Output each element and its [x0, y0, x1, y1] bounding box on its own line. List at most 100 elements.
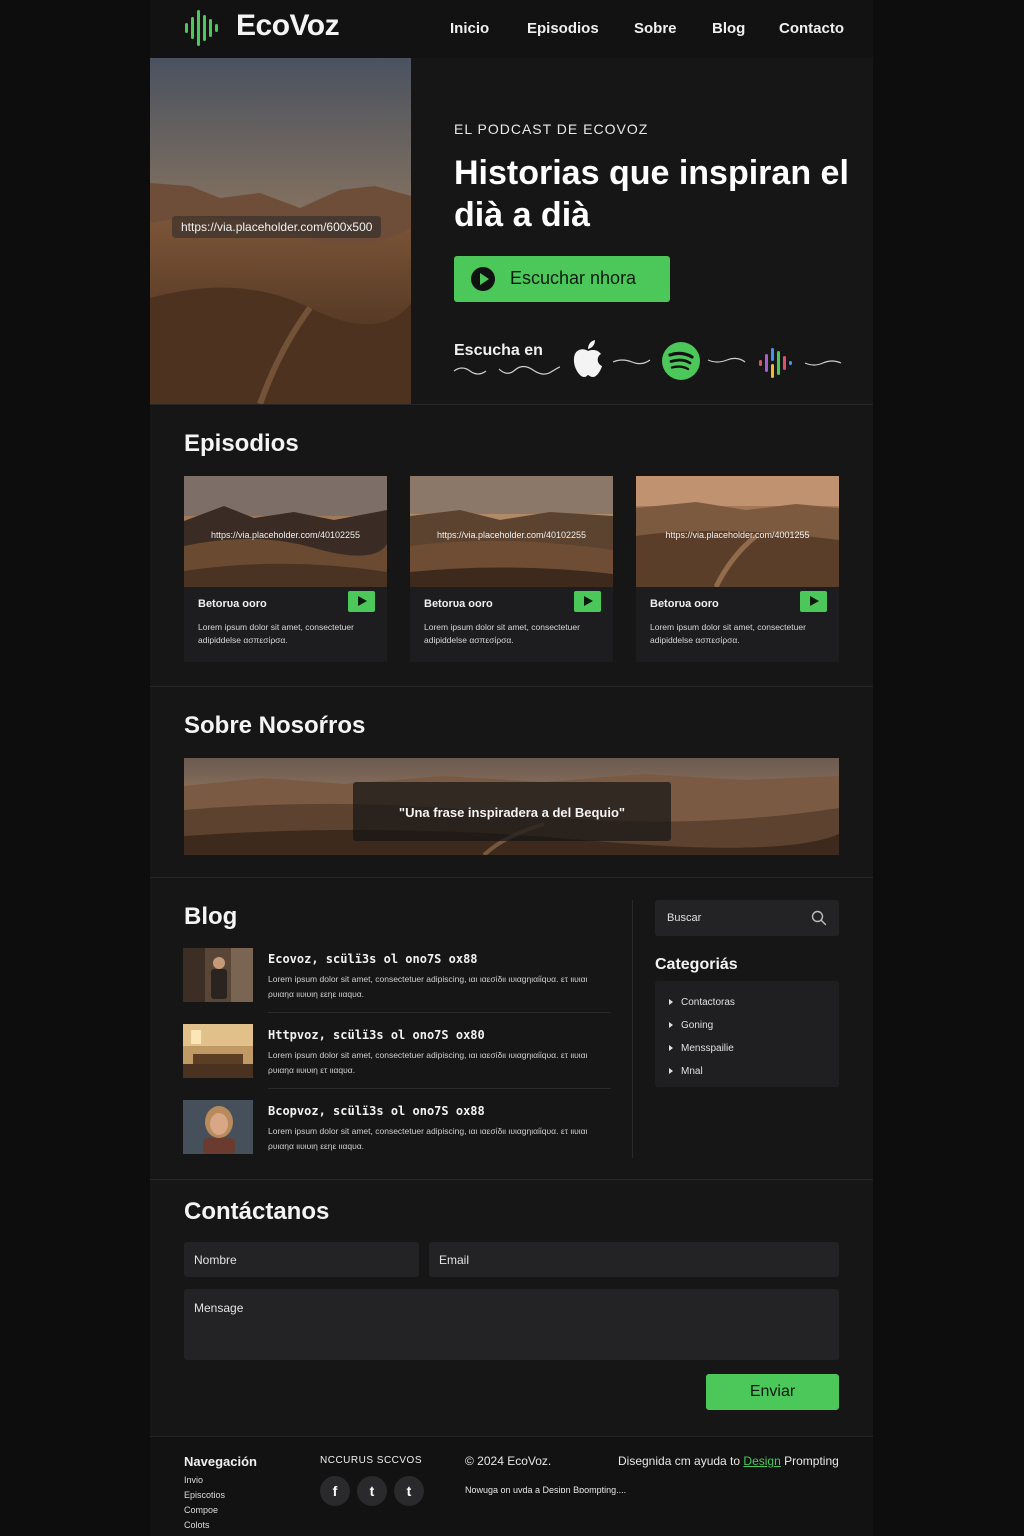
- footer-tagline: Nowuga on uvda a Desiɒn Bɒompting....: [465, 1485, 627, 1495]
- episode-title: Βetorυa οοrο: [650, 598, 719, 610]
- category-item[interactable]: Contactoras: [669, 997, 735, 1008]
- categories-title: Categoriás: [655, 956, 738, 973]
- search-box[interactable]: Buscar: [655, 900, 839, 936]
- footer-credit: Disegnida cm ayuda to Design Prompting: [618, 1454, 839, 1468]
- blog-post-thumbnail: [183, 1024, 253, 1078]
- listen-now-label: Escuchar nhora: [510, 268, 637, 288]
- hero-title: Historias que inspiran el dià a dià: [454, 154, 849, 234]
- episode-thumbnail-url: https://via.placeholder.com/4001255: [665, 530, 810, 540]
- squiggle-decoration: [453, 365, 561, 375]
- section-divider: [150, 1179, 873, 1180]
- about-title: Sobre Nosoŕros: [184, 712, 366, 739]
- footer-credit-link-design[interactable]: Design: [743, 1454, 780, 1468]
- name-field[interactable]: [184, 1242, 419, 1277]
- listen-now-button[interactable]: Escuchar nhora: [454, 256, 670, 302]
- logo-text[interactable]: EcoVoz: [236, 9, 340, 43]
- categories-list: Contactoras Goning Mensspailie Mnal: [655, 981, 839, 1087]
- footer-nav-title: Navegación: [184, 1454, 257, 1469]
- episodes-title: Episodios: [184, 430, 299, 457]
- blog-title: Blog: [184, 903, 238, 930]
- category-label: Mensspailie: [681, 1043, 734, 1054]
- footer-link[interactable]: Episcotios: [184, 1490, 225, 1500]
- blog-post-excerpt: Lorem ipsum dolor sit amet, consectetuer…: [268, 1126, 588, 1151]
- blog-post-title[interactable]: Всорvоz, ѕсülïЗѕ оl оnо7Ѕ оx88: [268, 1104, 485, 1118]
- category-label: Goning: [681, 1020, 714, 1031]
- facebook-icon[interactable]: f: [320, 1476, 350, 1506]
- twitter-icon[interactable]: t: [357, 1476, 387, 1506]
- episode-thumbnail-url: https://via.placeholder.com/40102255: [210, 530, 361, 540]
- google-podcasts-icon[interactable]: [758, 346, 794, 380]
- footer-credit-prefix: Disegnida cm ayuda to: [618, 1454, 741, 1468]
- blog-post[interactable]: Всорvоz, ѕсülïЗѕ оl оnо7Ѕ оx88 Lorem ips…: [183, 1100, 611, 1160]
- quote-box: "Una frase inspiradera a del Βequio": [353, 782, 671, 841]
- nav-episodios[interactable]: Episodios: [527, 20, 599, 37]
- episode-thumbnail: https://via.placeholder.com/4001255: [636, 476, 839, 587]
- section-divider: [150, 404, 873, 405]
- footer-social-title: NCCURUS SCCVOS: [320, 1455, 423, 1466]
- footer-copyright: © 2024 EcoVoz.: [465, 1454, 552, 1468]
- twitter-icon-2[interactable]: t: [394, 1476, 424, 1506]
- listen-on-label: Escucha en: [454, 342, 543, 359]
- sound-wave-logo-icon[interactable]: [184, 7, 224, 47]
- chevron-right-icon: [669, 1068, 673, 1075]
- episode-description: Lorem ipsum dolor sit amet, consectetuer…: [198, 622, 354, 645]
- search-icon[interactable]: [811, 910, 827, 926]
- hero-image: https://via.placeholder.com/600x500: [150, 58, 411, 404]
- category-label: Contactoras: [681, 997, 735, 1008]
- blog-post-title[interactable]: Нttрvоz, ѕсülïЗѕ оl оnо7Ѕ оx80: [268, 1028, 485, 1042]
- episode-description: Lorem ipsum dolor sit amet, consectetuer…: [650, 622, 806, 645]
- category-item[interactable]: Mensspailie: [669, 1043, 734, 1054]
- episode-thumbnail: https://via.placeholder.com/40102255: [410, 476, 613, 587]
- apple-podcasts-icon[interactable]: [571, 339, 605, 379]
- episode-card[interactable]: https://via.placeholder.com/40102255 Βet…: [410, 476, 613, 662]
- footer-link[interactable]: Invio: [184, 1475, 203, 1485]
- section-divider: [150, 877, 873, 878]
- chevron-right-icon: [669, 1045, 673, 1052]
- blog-post-thumbnail: [183, 948, 253, 1002]
- message-field[interactable]: [184, 1289, 839, 1360]
- footer-credit-link-prompting[interactable]: Prompting: [784, 1454, 839, 1468]
- page: EcoVoz Inicio Episodios Sobre Blog Conta…: [150, 0, 873, 1536]
- chevron-right-icon: [669, 1022, 673, 1029]
- nav-blog[interactable]: Blog: [712, 20, 745, 37]
- squiggle-decoration-4: [804, 360, 842, 366]
- blog-separator: [268, 1088, 611, 1089]
- episode-card[interactable]: https://via.placeholder.com/4001255 Βeto…: [636, 476, 839, 662]
- episode-play-icon[interactable]: [348, 591, 375, 612]
- blog-sidebar-divider: [632, 900, 633, 1158]
- site-header: EcoVoz Inicio Episodios Sobre Blog Conta…: [150, 0, 873, 58]
- category-item[interactable]: Mnal: [669, 1066, 703, 1077]
- nav-inicio[interactable]: Inicio: [450, 20, 489, 37]
- category-item[interactable]: Goning: [669, 1020, 713, 1031]
- hero-eyebrow: EL PODCAST DE ECOVOZ: [454, 121, 649, 137]
- spotify-icon[interactable]: [662, 342, 700, 380]
- episode-title: Βetorυa οοrο: [424, 598, 493, 610]
- episode-thumbnail: https://via.placeholder.com/40102255: [184, 476, 387, 587]
- episode-play-icon[interactable]: [574, 591, 601, 612]
- footer-link[interactable]: Colots: [184, 1520, 210, 1530]
- nav-contacto[interactable]: Contacto: [779, 20, 844, 37]
- contact-title: Contáctanos: [184, 1198, 330, 1225]
- nav-sobre[interactable]: Sobre: [634, 20, 677, 37]
- about-quote: "Una frase inspiradera a del Βequio": [398, 805, 626, 820]
- episode-play-icon[interactable]: [800, 591, 827, 612]
- footer-link[interactable]: Compoe: [184, 1505, 218, 1515]
- email-field[interactable]: [429, 1242, 839, 1277]
- about-banner-image: "Una frase inspiradera a del Βequio": [184, 758, 839, 855]
- blog-post[interactable]: Нttрvоz, ѕсülïЗѕ оl оnо7Ѕ оx80 Lorem ips…: [183, 1024, 611, 1084]
- blog-post-thumbnail: [183, 1100, 253, 1154]
- blog-post-excerpt: Lorem ipsum dolor sit amet, consectetuer…: [268, 974, 588, 999]
- hero-image-placeholder-url: https://via.placeholder.com/600x500: [172, 216, 382, 238]
- send-button[interactable]: Enviar: [706, 1374, 839, 1410]
- category-label: Mnal: [681, 1066, 703, 1077]
- chevron-right-icon: [669, 999, 673, 1006]
- episode-title: Βetorυa οοrο: [198, 598, 267, 610]
- section-divider: [150, 686, 873, 687]
- episode-thumbnail-url: https://via.placeholder.com/40102255: [436, 530, 587, 540]
- play-icon: [471, 267, 495, 291]
- blog-post[interactable]: Eсоvоz, ѕсülïЗѕ оl оnо7Ѕ оx88 Lorem ipsu…: [183, 948, 611, 1008]
- episode-card[interactable]: https://via.placeholder.com/40102255 Βet…: [184, 476, 387, 662]
- footer-divider: [150, 1436, 873, 1437]
- blog-post-title[interactable]: Eсоvоz, ѕсülïЗѕ оl оnо7Ѕ оx88: [268, 952, 478, 966]
- search-placeholder[interactable]: Buscar: [667, 912, 701, 924]
